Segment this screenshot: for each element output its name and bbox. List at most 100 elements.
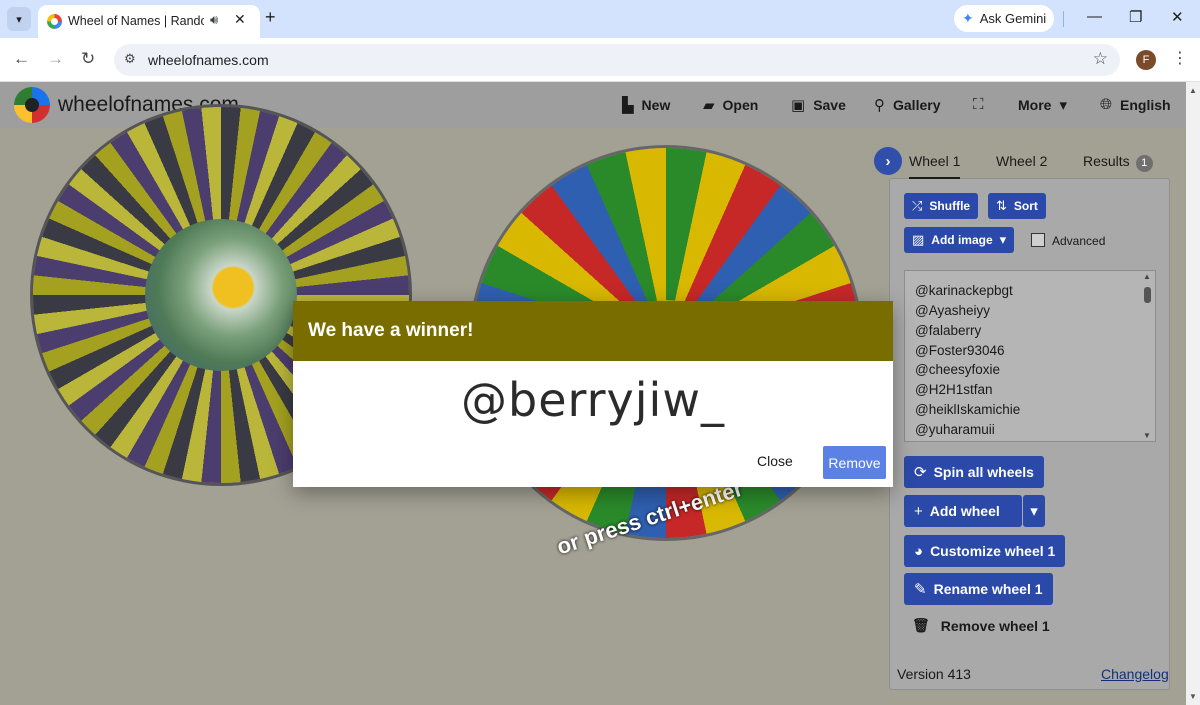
ask-gemini-button[interactable]: ✦ Ask Gemini bbox=[954, 5, 1054, 32]
browser-menu-icon[interactable]: ⋮ bbox=[1172, 48, 1188, 68]
palette-icon: ◕ bbox=[914, 542, 924, 560]
folder-icon: ▰ bbox=[703, 97, 715, 114]
results-count-badge: 1 bbox=[1135, 155, 1153, 172]
more-button[interactable]: More ▾ bbox=[1018, 96, 1067, 114]
names-textarea[interactable]: @karinackepbgt @Ayasheiyy @falaberry @Fo… bbox=[904, 270, 1156, 442]
chevron-down-icon: ▾ bbox=[1059, 97, 1067, 114]
remove-button[interactable]: Remove bbox=[823, 446, 886, 479]
tab-wheel-1[interactable]: Wheel 1 bbox=[909, 153, 961, 179]
tab-search-button[interactable]: ▾ bbox=[7, 7, 31, 31]
save-button[interactable]: ▣ Save bbox=[791, 96, 846, 114]
add-wheel-button[interactable]: + Add wheel bbox=[904, 495, 1022, 527]
reload-icon[interactable]: ↻ bbox=[81, 49, 95, 69]
plus-icon: + bbox=[914, 502, 923, 520]
shuffle-label: Shuffle bbox=[929, 199, 971, 213]
chevron-down-icon: ▾ bbox=[1030, 503, 1038, 520]
remove-wheel-button[interactable]: 🗑︎ Remove wheel 1 bbox=[912, 617, 1050, 634]
tab-title: Wheel of Names | Random bbox=[68, 14, 204, 28]
new-button[interactable]: ▙ New bbox=[622, 96, 670, 114]
remove-wheel-label: Remove wheel 1 bbox=[940, 617, 1050, 634]
bookmark-star-icon[interactable]: ☆ bbox=[1093, 49, 1108, 69]
save-icon: ▣ bbox=[791, 97, 806, 114]
pencil-icon: ✎ bbox=[914, 581, 927, 598]
customize-label: Customize wheel 1 bbox=[930, 543, 1056, 559]
collapse-panel-button[interactable]: › bbox=[874, 147, 902, 175]
changelog-link[interactable]: Changelog bbox=[1101, 666, 1169, 682]
spin-all-wheels-button[interactable]: ⟳ Spin all wheels bbox=[904, 456, 1044, 488]
scroll-down-icon[interactable]: ▼ bbox=[1143, 431, 1151, 440]
address-url: wheelofnames.com bbox=[148, 52, 269, 68]
tab-wheel-2[interactable]: Wheel 2 bbox=[996, 153, 1047, 169]
sort-label: Sort bbox=[1013, 199, 1038, 213]
file-icon: ▙ bbox=[622, 97, 634, 114]
language-label: English bbox=[1120, 96, 1171, 113]
spin-all-label: Spin all wheels bbox=[933, 464, 1034, 480]
close-tab-icon[interactable]: ✕ bbox=[234, 11, 246, 28]
list-item: @karinackepbgt bbox=[915, 283, 1013, 298]
browser-tab-strip: ▾ Wheel of Names | Random 🔊︎ ✕ + ✦ Ask G… bbox=[0, 0, 1200, 38]
ask-gemini-label: Ask Gemini bbox=[979, 11, 1047, 26]
globe-icon: 🌐︎ bbox=[1100, 96, 1113, 113]
list-item: @H2H1stfan bbox=[915, 382, 993, 397]
page-scrollbar[interactable]: ▲ ▼ bbox=[1186, 82, 1200, 705]
shuffle-button[interactable]: ⤮ Shuffle bbox=[904, 193, 979, 219]
gallery-button[interactable]: ⚲ Gallery bbox=[874, 96, 940, 114]
trash-icon: 🗑︎ bbox=[912, 617, 930, 633]
close-window-button[interactable]: ✕ bbox=[1171, 8, 1184, 26]
window-controls-divider bbox=[1063, 11, 1064, 27]
customize-wheel-button[interactable]: ◕ Customize wheel 1 bbox=[904, 535, 1066, 567]
speaker-icon[interactable]: 🔊︎ bbox=[210, 12, 218, 28]
back-arrow-icon[interactable]: ← bbox=[13, 49, 30, 69]
list-item: @falaberry bbox=[915, 323, 982, 338]
scroll-thumb[interactable] bbox=[1144, 287, 1151, 303]
wheel-logo-icon[interactable] bbox=[14, 87, 50, 123]
sort-button[interactable]: ⇅ Sort bbox=[988, 193, 1046, 219]
wheel-1-center-image[interactable] bbox=[145, 219, 297, 371]
fullscreen-button[interactable]: ⛶ bbox=[973, 96, 984, 113]
forward-arrow-icon[interactable]: → bbox=[47, 49, 64, 69]
restore-button[interactable]: ❐ bbox=[1129, 8, 1142, 26]
rename-wheel-button[interactable]: ✎ Rename wheel 1 bbox=[904, 573, 1053, 605]
sort-icon: ⇅ bbox=[996, 198, 1007, 213]
add-wheel-label: Add wheel bbox=[929, 503, 1000, 519]
search-icon: ⚲ bbox=[874, 97, 885, 114]
list-item: @yuharamuii bbox=[915, 422, 995, 437]
shuffle-icon: ⤮ bbox=[912, 198, 923, 213]
open-label: Open bbox=[722, 97, 759, 113]
dialog-header: We have a winner! bbox=[293, 301, 893, 361]
save-label: Save bbox=[813, 97, 846, 113]
names-scrollbar[interactable]: ▲ ▼ bbox=[1141, 272, 1153, 440]
chevron-down-icon: ▾ bbox=[999, 232, 1007, 247]
gemini-sparkle-icon: ✦ bbox=[962, 10, 974, 26]
list-item: @heiklIskamichie bbox=[915, 402, 1021, 417]
add-image-label: Add image bbox=[931, 233, 993, 247]
scroll-down-icon[interactable]: ▼ bbox=[1189, 692, 1197, 701]
image-icon: ▨ bbox=[912, 232, 925, 247]
new-tab-button[interactable]: + bbox=[265, 7, 276, 28]
advanced-label: Advanced bbox=[1052, 234, 1106, 248]
fullscreen-icon: ⛶ bbox=[973, 96, 984, 113]
gallery-label: Gallery bbox=[893, 97, 941, 113]
browser-tab[interactable]: Wheel of Names | Random 🔊︎ ✕ bbox=[38, 5, 260, 38]
rename-label: Rename wheel 1 bbox=[933, 581, 1043, 597]
address-bar[interactable]: ⚙ wheelofnames.com ☆ bbox=[114, 44, 1120, 76]
open-button[interactable]: ▰ Open bbox=[703, 96, 758, 114]
advanced-checkbox[interactable] bbox=[1031, 233, 1045, 247]
dialog-title: We have a winner! bbox=[308, 320, 474, 341]
new-label: New bbox=[641, 97, 671, 113]
site-settings-icon[interactable]: ⚙ bbox=[124, 51, 136, 67]
version-text: Version 413 bbox=[897, 666, 971, 682]
language-button[interactable]: 🌐︎ English bbox=[1100, 96, 1171, 113]
winner-dialog: We have a winner! @berryjiw_ Close Remov… bbox=[293, 301, 893, 487]
tab-results-label: Results bbox=[1083, 153, 1130, 169]
tab-results[interactable]: Results 1 bbox=[1083, 153, 1153, 172]
close-button[interactable]: Close bbox=[757, 453, 793, 469]
spin-icon: ⟳ bbox=[914, 464, 927, 481]
minimize-button[interactable]: — bbox=[1087, 8, 1102, 25]
list-item: @Ayasheiyy bbox=[915, 303, 990, 318]
scroll-up-icon[interactable]: ▲ bbox=[1143, 272, 1151, 281]
add-image-button[interactable]: ▨ Add image ▾ bbox=[904, 227, 1015, 253]
profile-avatar[interactable]: F bbox=[1136, 50, 1156, 70]
scroll-up-icon[interactable]: ▲ bbox=[1189, 86, 1197, 95]
add-wheel-menu-button[interactable]: ▾ bbox=[1023, 495, 1045, 527]
